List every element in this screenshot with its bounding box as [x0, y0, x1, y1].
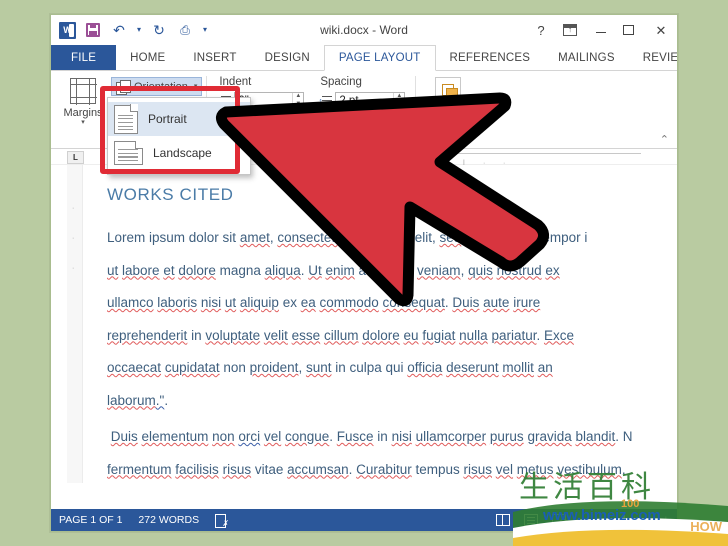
- zoom-handle[interactable]: [621, 515, 625, 526]
- ruler-number-4: 4: [259, 155, 264, 165]
- indent-label: Indent: [219, 76, 252, 88]
- document-line: Duis elementum non orci vel congue. Fusc…: [110, 429, 633, 444]
- status-bar-right: − +: [496, 514, 669, 528]
- spacing-after-row: ↓ 0 pt ▲ ▼: [318, 111, 406, 128]
- restore-icon[interactable]: [623, 25, 639, 35]
- zoom-slider[interactable]: − +: [580, 514, 669, 526]
- read-mode-icon[interactable]: [496, 514, 511, 526]
- spacing-after-spin-arrows[interactable]: ▲ ▼: [393, 112, 404, 127]
- document-line: ut labore et dolore magna aliqua. Ut eni…: [107, 262, 560, 278]
- tab-insert[interactable]: INSERT: [179, 45, 250, 70]
- collapse-ribbon-icon[interactable]: ⌃: [660, 133, 669, 146]
- spacing-after-stepper[interactable]: 0 pt ▲ ▼: [335, 111, 406, 128]
- ribbon-display-options-icon[interactable]: [563, 24, 579, 36]
- title-bar: W ↶ ▾ ↻ ⎙ ▾ wiki.docx - Word ? ✕: [51, 15, 677, 45]
- help-icon[interactable]: ?: [533, 24, 549, 37]
- margins-icon: [69, 77, 97, 105]
- tab-mailings[interactable]: MAILINGS: [544, 45, 629, 70]
- spacing-before-stepper[interactable]: 2 pt ▲ ▼: [335, 92, 406, 109]
- minimize-icon[interactable]: [593, 23, 609, 37]
- ribbon-group-arrange: Arrange: [420, 71, 476, 148]
- proofing-errors-icon[interactable]: [215, 514, 229, 528]
- word-count[interactable]: 272 WORDS: [138, 514, 199, 526]
- orientation-icon: [116, 79, 131, 95]
- orientation-label: Orientation: [134, 80, 188, 93]
- document-line: reprehenderit in voluptate velit esse ci…: [107, 327, 574, 343]
- ribbon-tab-strip: FILE HOME INSERT DESIGN PAGE LAYOUT REFE…: [51, 45, 677, 71]
- page-indicator[interactable]: PAGE 1 OF 1: [59, 514, 122, 526]
- spacing-before-row: ↑ 2 pt ▲ ▼: [318, 92, 406, 109]
- ruler-number-5: 5: [395, 155, 400, 165]
- arrange-icon: [435, 77, 462, 103]
- margins-label: Margins: [63, 107, 103, 119]
- chevron-down-icon[interactable]: ▾: [194, 83, 198, 90]
- document-line: ullamco laboris nisi ut aliquip ex ea co…: [107, 295, 541, 310]
- zoom-out-button[interactable]: −: [580, 514, 586, 526]
- document-line: Lorem ipsum dolor sit amet, consectetur …: [107, 230, 588, 245]
- tab-page-layout[interactable]: PAGE LAYOUT: [323, 45, 436, 71]
- document-line: laborum.".: [107, 392, 169, 408]
- spacing-after-icon: ↓: [318, 114, 333, 126]
- arrange-button[interactable]: Arrange: [420, 71, 476, 148]
- orientation-dropdown-menu[interactable]: Portrait Landscape: [107, 97, 251, 175]
- orientation-option-portrait[interactable]: Portrait: [108, 102, 250, 136]
- landscape-page-icon: [114, 140, 144, 165]
- chevron-down-icon[interactable]: ▾: [81, 119, 85, 126]
- document-canvas[interactable]: · · · WORKS CITED Lorem ipsum dolor sit …: [51, 165, 677, 483]
- margins-button[interactable]: Margins ▾: [55, 71, 111, 148]
- spacing-after-value[interactable]: 0 pt: [336, 114, 393, 126]
- ribbon: Margins ▾ Orientation ▾ Size ▾ Columns ▾: [51, 71, 677, 175]
- tab-review[interactable]: REVIEW: [629, 45, 677, 70]
- tab-home[interactable]: HOME: [116, 45, 179, 70]
- spacing-fields: Spacing ↑ 2 pt ▲ ▼ ↓ 0 pt ▲ ▼: [318, 75, 406, 148]
- indent-right-spin-arrows[interactable]: ▲ ▼: [292, 112, 303, 127]
- zoom-in-button[interactable]: +: [663, 514, 669, 526]
- portrait-page-icon: [114, 104, 139, 134]
- orientation-button[interactable]: Orientation ▾: [111, 77, 203, 96]
- tab-stop-selector[interactable]: L: [67, 151, 84, 164]
- word-application-window: W ↶ ▾ ↻ ⎙ ▾ wiki.docx - Word ? ✕ FILE HO…: [50, 14, 678, 532]
- orientation-option-landscape-label: Landscape: [153, 146, 212, 160]
- tab-references[interactable]: REFERENCES: [436, 45, 545, 70]
- vertical-ruler[interactable]: · · ·: [67, 165, 83, 483]
- arrange-label: Arrange: [428, 105, 468, 117]
- spacing-label: Spacing: [320, 76, 362, 88]
- zoom-track[interactable]: [591, 515, 658, 526]
- status-bar: PAGE 1 OF 1 272 WORDS − +: [51, 509, 677, 531]
- watermark-how-text: HOW: [690, 519, 722, 534]
- spacing-before-value[interactable]: 2 pt: [336, 95, 393, 107]
- print-layout-icon[interactable]: [524, 514, 539, 526]
- tab-design[interactable]: DESIGN: [251, 45, 324, 70]
- spacing-before-icon: ↑: [318, 95, 333, 107]
- web-layout-icon[interactable]: [552, 514, 569, 528]
- ribbon-group-divider: [415, 76, 417, 132]
- spacing-before-spin-arrows[interactable]: ▲ ▼: [393, 93, 404, 108]
- document-line: occaecat cupidatat non proident, sunt in…: [107, 360, 553, 375]
- document-heading: WORKS CITED: [107, 185, 234, 204]
- tab-file[interactable]: FILE: [51, 45, 117, 70]
- window-controls: ? ✕: [533, 23, 677, 37]
- indent-left-spin-arrows[interactable]: ▲ ▼: [292, 93, 303, 108]
- close-icon[interactable]: ✕: [653, 24, 669, 37]
- orientation-option-portrait-label: Portrait: [148, 112, 187, 126]
- document-page[interactable]: WORKS CITED Lorem ipsum dolor sit amet, …: [83, 165, 641, 483]
- document-line: fermentum facilisis risus vitae accumsan…: [107, 461, 626, 477]
- orientation-option-landscape[interactable]: Landscape: [108, 136, 250, 170]
